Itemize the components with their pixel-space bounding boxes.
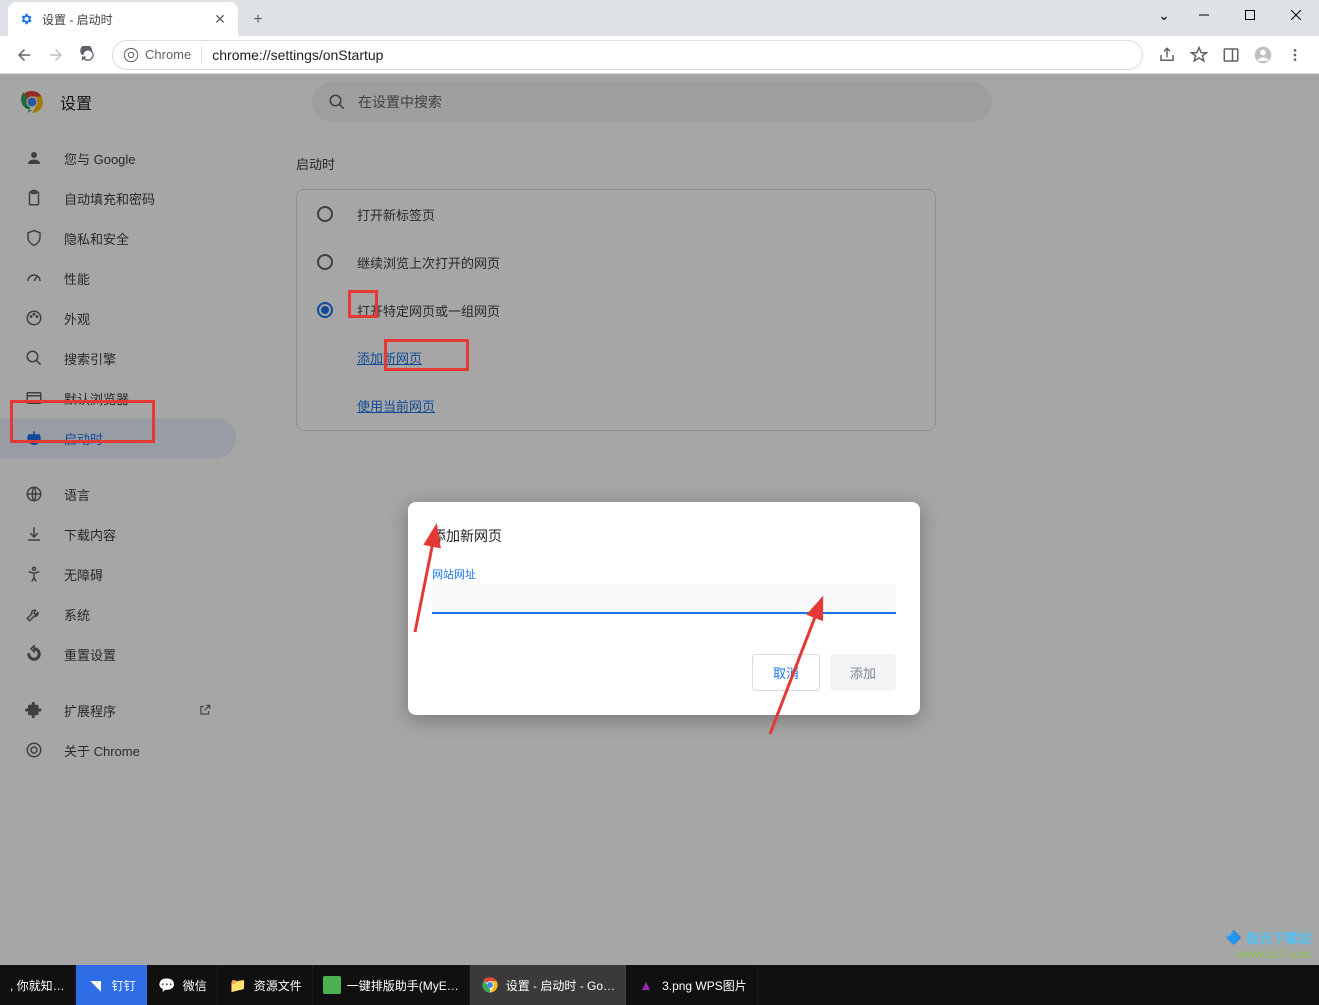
browser-toolbar: Chrome chrome://settings/onStartup [0,36,1319,74]
taskbar-item[interactable]: 💬微信 [147,965,218,1005]
menu-icon[interactable] [1279,39,1311,71]
address-bar[interactable]: Chrome chrome://settings/onStartup [112,40,1143,70]
browser-titlebar: 设置 - 启动时 ✕ + ⌄ [0,0,1319,36]
forward-button[interactable] [40,39,72,71]
side-panel-icon[interactable] [1215,39,1247,71]
taskbar-item[interactable]: ▲3.png WPS图片 [626,965,758,1005]
add-page-dialog: 添加新网页 网站网址 取消 添加 [408,502,920,715]
gear-icon [18,11,34,27]
logo-icon: 🔷 [1226,930,1242,946]
taskbar-start[interactable]: , 你就知… [0,965,76,1005]
wechat-icon: 💬 [157,975,177,995]
chrome-icon [480,975,500,995]
maximize-button[interactable] [1227,0,1273,30]
share-icon[interactable] [1151,39,1183,71]
taskbar-item[interactable]: 一键排版助手(MyE… [313,965,470,1005]
close-icon[interactable]: ✕ [212,11,228,27]
add-button[interactable]: 添加 [830,654,896,691]
dialog-field-label: 网站网址 [432,566,896,582]
dialog-title: 添加新网页 [432,526,896,546]
url-text: chrome://settings/onStartup [212,47,383,63]
taskbar-item[interactable]: ◥钉钉 [76,965,147,1005]
folder-icon: 📁 [228,975,248,995]
chrome-icon [123,47,139,63]
dingtalk-icon: ◥ [86,975,106,995]
profile-icon[interactable] [1247,39,1279,71]
windows-taskbar: , 你就知… ◥钉钉 💬微信 📁资源文件 一键排版助手(MyE… 设置 - 启动… [0,965,1319,1005]
wps-icon: ▲ [636,975,656,995]
tab-title: 设置 - 启动时 [42,11,212,28]
back-button[interactable] [8,39,40,71]
app-icon [323,976,341,994]
new-tab-button[interactable]: + [244,6,272,34]
watermark: 🔷极光下载站 www.xz7.com [1226,928,1311,961]
taskbar-item[interactable]: 设置 - 启动时 - Go… [470,965,626,1005]
cancel-button[interactable]: 取消 [752,654,820,691]
window-close-button[interactable] [1273,0,1319,30]
reload-button[interactable] [72,39,104,71]
chevron-down-icon[interactable]: ⌄ [1147,0,1181,30]
window-controls: ⌄ [1147,0,1319,30]
browser-tab[interactable]: 设置 - 启动时 ✕ [8,2,238,36]
bookmark-icon[interactable] [1183,39,1215,71]
minimize-button[interactable] [1181,0,1227,30]
site-chip: Chrome [123,47,202,63]
taskbar-item[interactable]: 📁资源文件 [218,965,313,1005]
url-input[interactable] [432,584,896,614]
